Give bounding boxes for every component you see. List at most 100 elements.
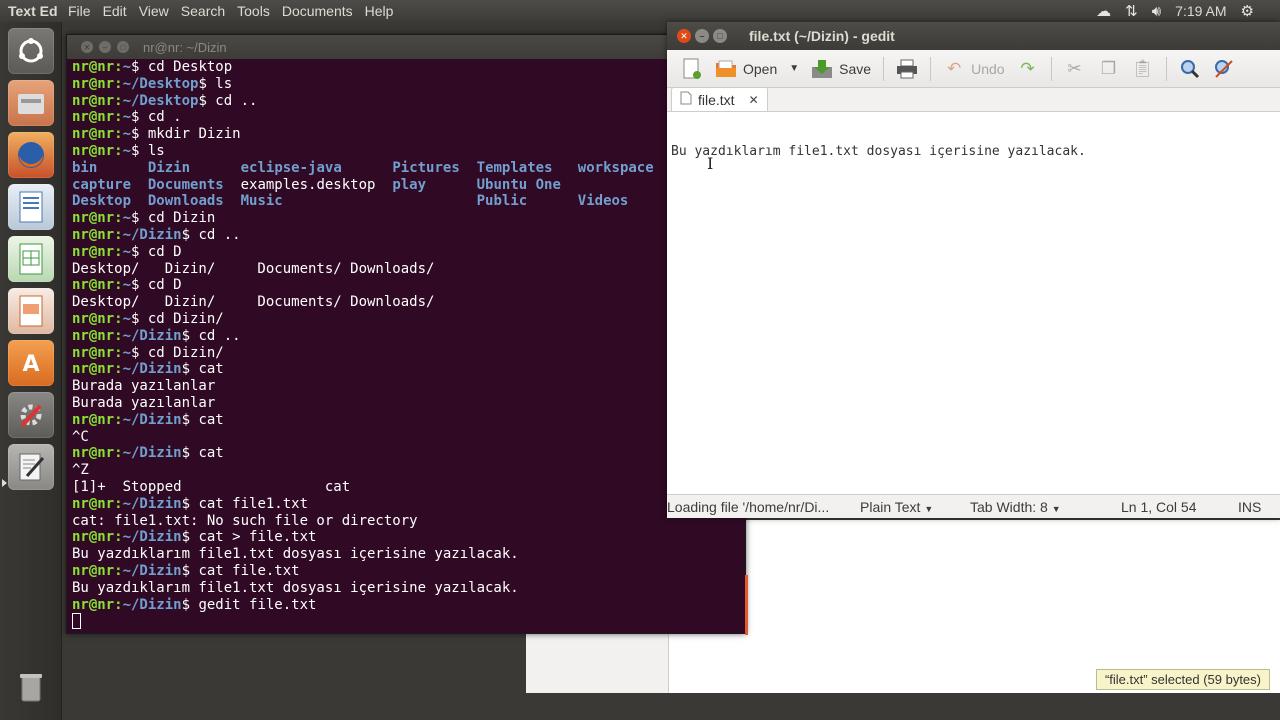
open-label: Open — [743, 60, 778, 77]
command-text: $ cd .. — [181, 226, 241, 243]
firefox-icon[interactable] — [8, 132, 54, 178]
terminal-window[interactable]: ✕ – □ nr@nr: ~/Dizin nr@nr:~$ cd Desktop… — [66, 34, 748, 635]
close-icon[interactable]: ✕ — [677, 29, 691, 43]
terminal-line: Desktop Downloads Music Public Videos — [72, 193, 745, 210]
prompt-user: nr@nr: — [72, 596, 123, 613]
folder-open-icon — [715, 58, 737, 80]
ls-directory-entry: Public — [476, 193, 528, 210]
cut-button[interactable]: ✂ — [1058, 54, 1092, 84]
terminal-titlebar[interactable]: ✕ – □ nr@nr: ~/Dizin — [67, 35, 745, 59]
paste-button[interactable]: 📋︎ — [1126, 54, 1160, 84]
command-text: $ cat — [181, 411, 224, 428]
selection-status: “file.txt” selected (59 bytes) — [1095, 669, 1270, 690]
terminal-line: nr@nr:~$ ls — [72, 143, 745, 160]
tab-file-txt[interactable]: file.txt ✕ — [671, 87, 768, 111]
scissors-icon: ✂ — [1067, 58, 1082, 78]
minimize-icon[interactable]: – — [99, 41, 111, 53]
terminal-line: cat: file1.txt: No such file or director… — [72, 512, 418, 529]
network-arrows-icon[interactable]: ⇅ — [1125, 2, 1138, 20]
close-icon[interactable]: ✕ — [81, 41, 93, 53]
calc-icon[interactable] — [8, 236, 54, 282]
open-button[interactable]: Open — [709, 54, 783, 84]
menu-view[interactable]: View — [133, 3, 175, 19]
launcher: A — [0, 22, 62, 720]
menu-tools[interactable]: Tools — [231, 3, 276, 19]
menu-file[interactable]: File — [62, 3, 97, 19]
prompt-path: ~/Dizin — [122, 226, 182, 243]
menu-edit[interactable]: Edit — [97, 3, 133, 19]
file-manager-icon[interactable] — [8, 80, 54, 126]
ls-directory-entry: Downloads — [147, 193, 224, 210]
tab-label: file.txt — [698, 91, 735, 108]
impress-icon[interactable] — [8, 288, 54, 334]
prompt-path: ~ — [122, 126, 132, 143]
maximize-icon[interactable]: □ — [713, 29, 727, 43]
gedit-titlebar[interactable]: ✕ – □ file.txt (~/Dizin) - gedit — [667, 22, 1280, 50]
prompt-user: nr@nr: — [72, 327, 123, 344]
open-recent-dropdown[interactable]: ▼ — [783, 59, 805, 78]
gedit-window[interactable]: ✕ – □ file.txt (~/Dizin) - gedit Open ▼ … — [667, 22, 1280, 518]
menu-search[interactable]: Search — [175, 3, 231, 19]
gedit-toolbar: Open ▼ Save ↶ Undo ↷ ✂ ❐ 📋︎ — [667, 50, 1280, 88]
system-settings-icon[interactable] — [8, 392, 54, 438]
close-tab-icon[interactable]: ✕ — [749, 93, 759, 107]
prompt-path: ~/Dizin — [122, 327, 182, 344]
redo-button[interactable]: ↷ — [1011, 54, 1045, 84]
dropdown-arrow-icon: ▼ — [1051, 503, 1061, 514]
command-text: $ cd D — [131, 243, 182, 260]
cursor-position: Ln 1, Col 54 — [1121, 498, 1197, 515]
menu-help[interactable]: Help — [359, 3, 400, 19]
terminal-output[interactable]: nr@nr:~$ cd Desktop nr@nr:~/Desktop$ ls nr… — [72, 59, 745, 630]
find-button[interactable] — [1173, 54, 1207, 84]
new-document-button[interactable] — [675, 54, 709, 84]
menu-documents[interactable]: Documents — [276, 3, 359, 19]
command-text: $ cd . — [131, 109, 182, 126]
ls-directory-entry: play — [392, 176, 427, 193]
volume-icon[interactable]: 🔊︎ — [1152, 3, 1161, 20]
undo-arrow-icon: ↶ — [946, 58, 962, 78]
power-gear-icon[interactable]: ⚙ — [1241, 2, 1254, 20]
undo-button[interactable]: ↶ Undo — [937, 54, 1010, 84]
tab-width-selector[interactable]: Tab Width: 8 ▼ — [970, 499, 1061, 515]
cloud-icon[interactable]: ☁ — [1096, 2, 1111, 20]
text-cursor-icon: I — [707, 154, 714, 173]
prompt-user: nr@nr: — [72, 92, 123, 109]
clock[interactable]: 7:19 AM — [1175, 3, 1226, 19]
prompt-path: ~/Dizin — [122, 361, 182, 378]
magnifier-icon — [1179, 58, 1201, 80]
dash-home-icon[interactable] — [8, 28, 54, 74]
command-text: $ cd .. — [198, 92, 258, 109]
command-text: $ ls — [131, 142, 165, 159]
copy-button[interactable]: ❐ — [1092, 54, 1126, 84]
minimize-icon[interactable]: – — [695, 29, 709, 43]
terminal-line: bin Dizin eclipse-java Pictures Template… — [72, 160, 745, 177]
writer-icon[interactable] — [8, 184, 54, 230]
command-text: $ cd Dizin/ — [131, 310, 224, 327]
undo-label: Undo — [971, 60, 1005, 77]
terminal-title: nr@nr: ~/Dizin — [143, 39, 227, 55]
printer-icon — [896, 58, 918, 80]
print-button[interactable] — [890, 54, 924, 84]
loading-status: Loading file '/home/nr/Di... — [667, 498, 830, 515]
command-text: $ cat > file.txt — [181, 529, 317, 546]
terminal-line: nr@nr:~$ cd D — [72, 277, 745, 294]
text-editor-icon[interactable] — [8, 444, 54, 490]
terminal-line: nr@nr:~$ cd . — [72, 109, 745, 126]
save-button[interactable]: Save — [805, 54, 877, 84]
dropdown-arrow-icon: ▼ — [789, 63, 800, 74]
prompt-user: nr@nr: — [72, 226, 123, 243]
software-center-icon[interactable]: A — [8, 340, 54, 386]
language-selector[interactable]: Plain Text ▼ — [860, 499, 933, 515]
terminal-line: nr@nr:~/Dizin$ cd .. — [72, 227, 745, 244]
prompt-path: ~/Dizin — [122, 596, 182, 613]
toolbar-separator — [1165, 56, 1167, 81]
ls-directory-entry: Desktop — [72, 193, 132, 210]
find-replace-button[interactable] — [1207, 54, 1241, 84]
text-editor-area[interactable]: Bu yazdıklarım file1.txt dosyası içerisi… — [667, 112, 1280, 494]
maximize-icon[interactable]: □ — [117, 41, 129, 53]
command-text: $ cd .. — [181, 327, 241, 344]
trash-icon[interactable] — [8, 664, 54, 710]
ls-directory-entry: workspace — [577, 159, 654, 176]
prompt-user: nr@nr: — [72, 243, 123, 260]
active-app-indicator — [2, 479, 7, 487]
